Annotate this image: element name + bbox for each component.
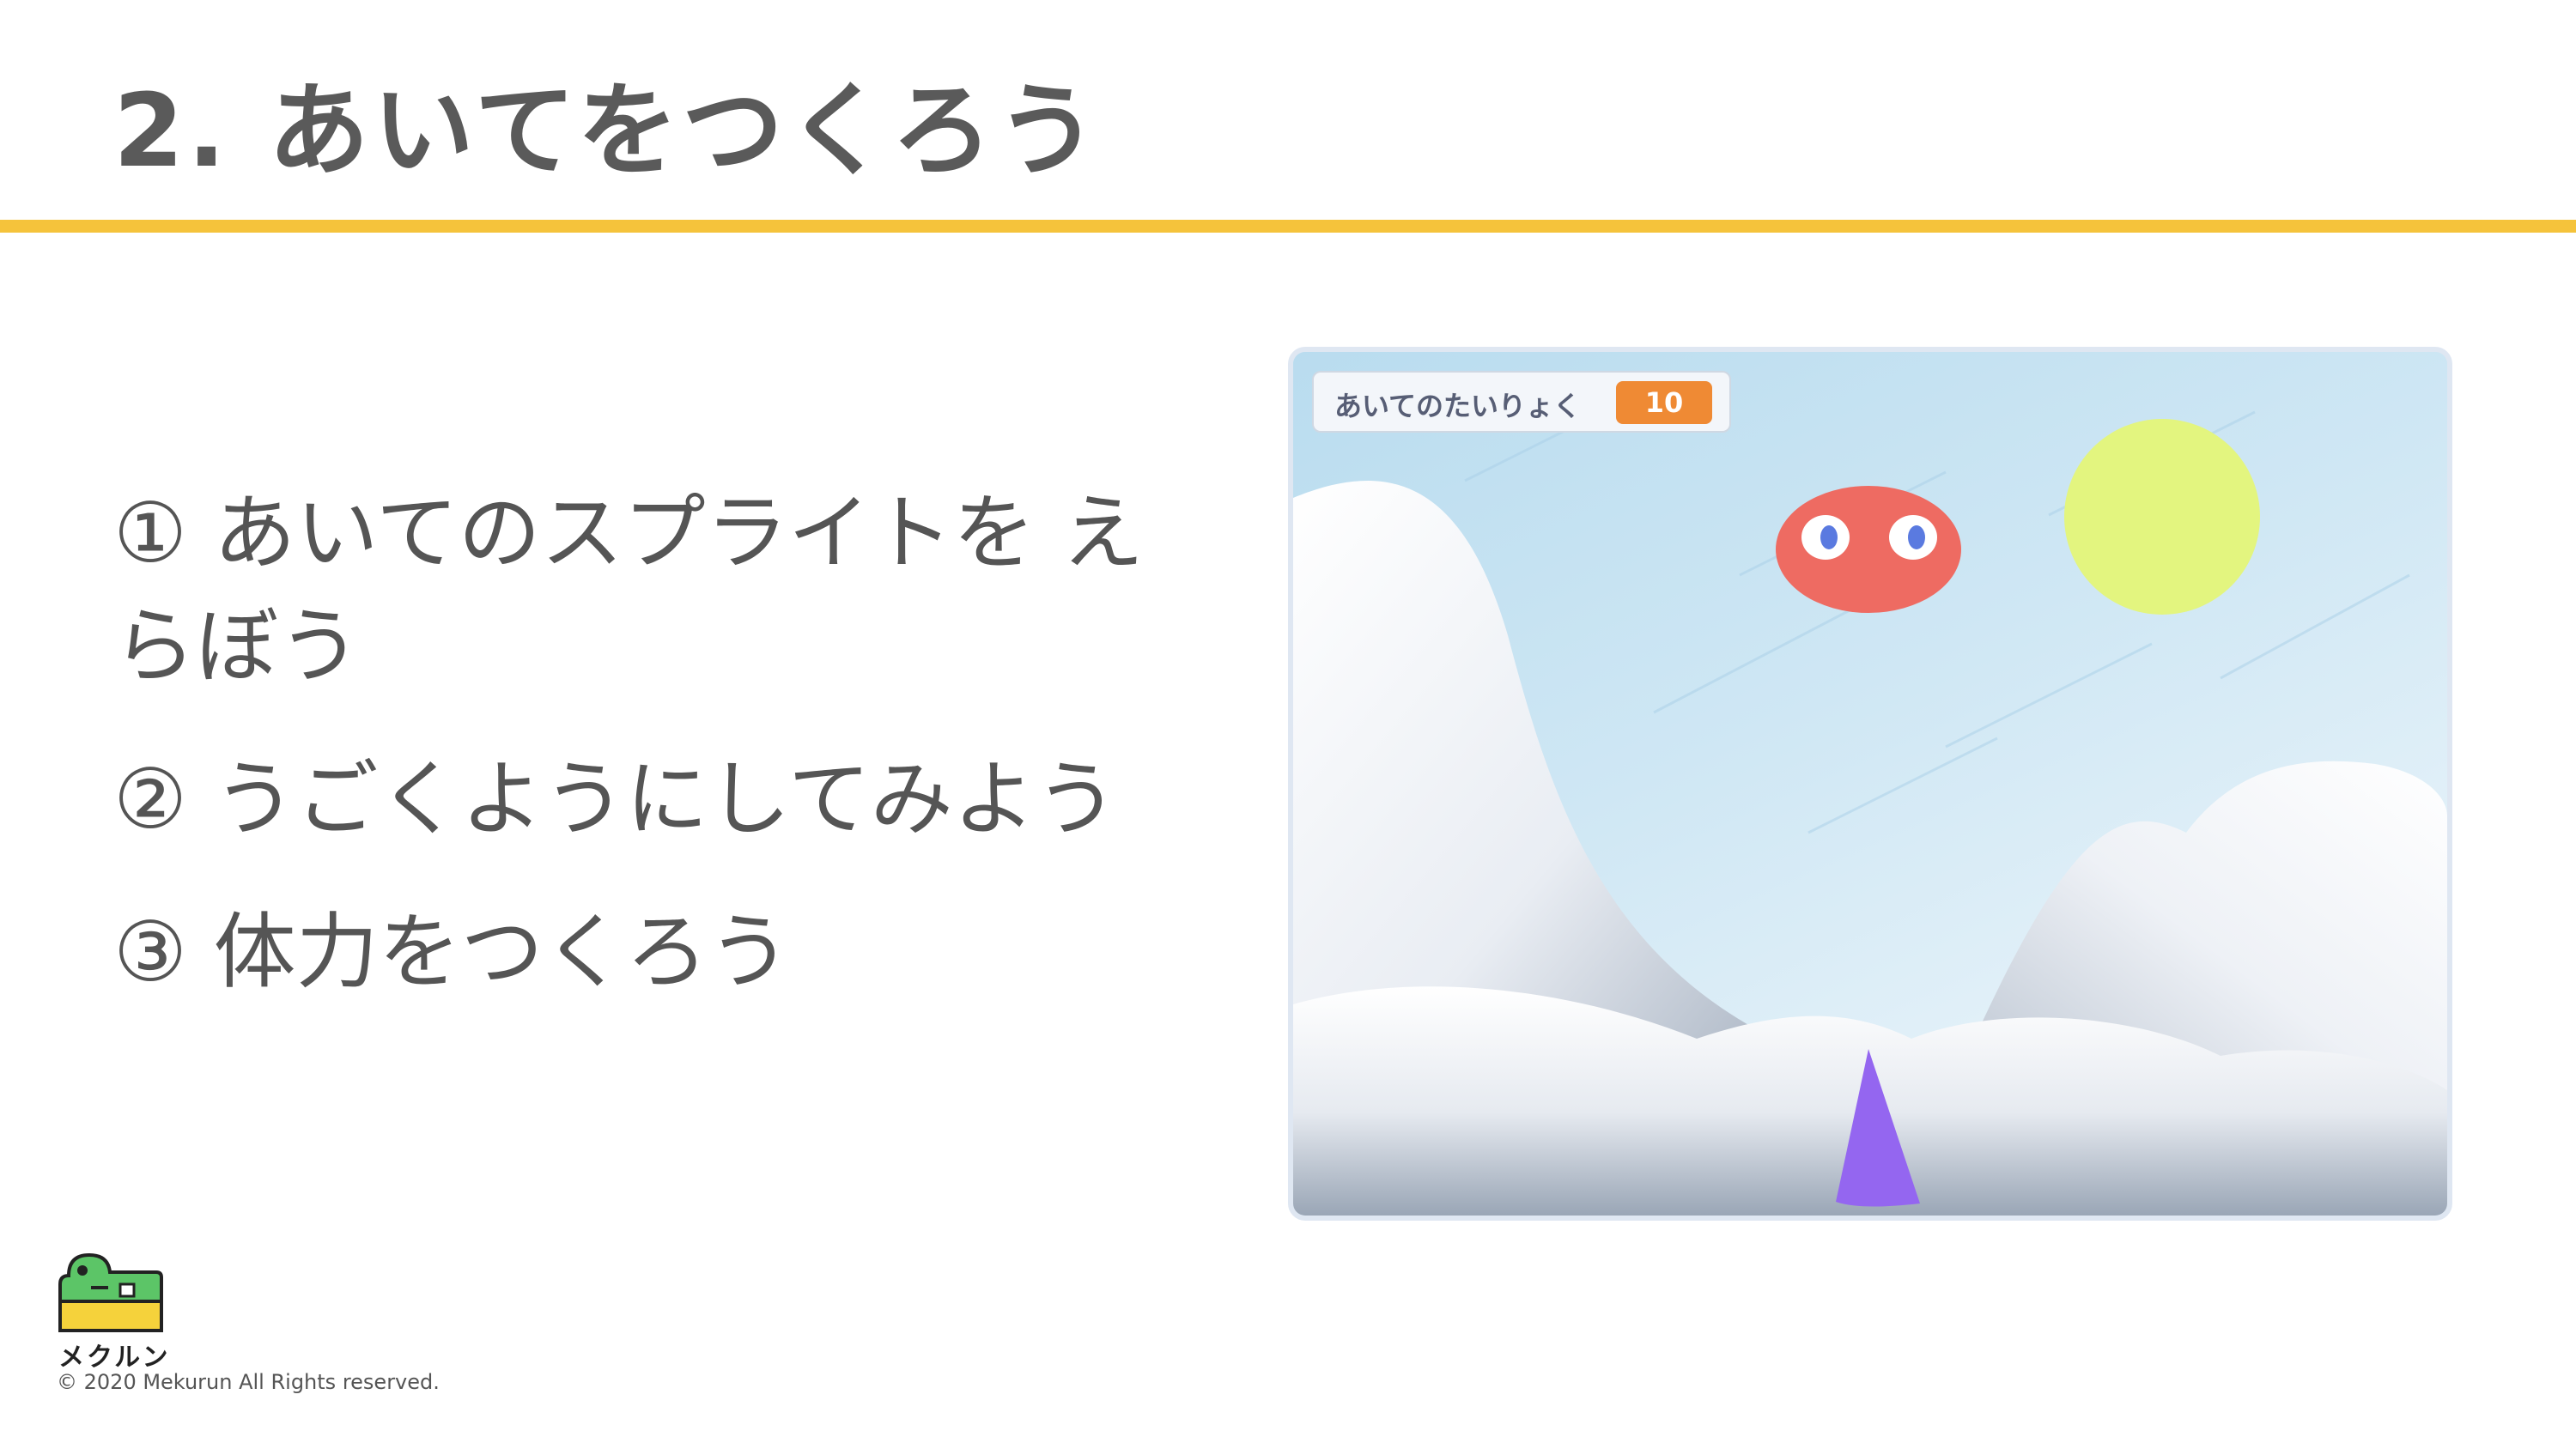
step-list: ① あいてのスプライトを えらぼう ② うごくようにしてみよう ③ 体力をつくろ… — [113, 476, 1221, 1048]
step-3: ③ 体力をつくろう — [113, 904, 791, 1000]
scratch-stage-screenshot: あいてのたいりょく 10 — [1288, 347, 2452, 1221]
logo-wordmark: メクルン — [58, 1343, 171, 1373]
enemy-sprite — [1776, 486, 1961, 613]
monitor-label: あいてのたいりょく — [1334, 390, 1582, 422]
step-2: ② うごくようにしてみよう — [113, 751, 1118, 847]
copyright: © 2020 Mekurun All Rights reserved. — [57, 1370, 440, 1394]
sun — [2064, 419, 2260, 615]
mekurun-logo-icon — [58, 1252, 163, 1332]
variable-monitor: あいてのたいりょく 10 — [1312, 371, 1731, 433]
stage-backdrop — [1293, 352, 2447, 1216]
step-1: ① あいてのスプライトを えらぼう — [113, 485, 1145, 694]
title-divider — [0, 220, 2576, 233]
slide-title: 2. あいてをつくろう — [113, 71, 1102, 190]
monitor-value: 10 — [1616, 381, 1712, 424]
